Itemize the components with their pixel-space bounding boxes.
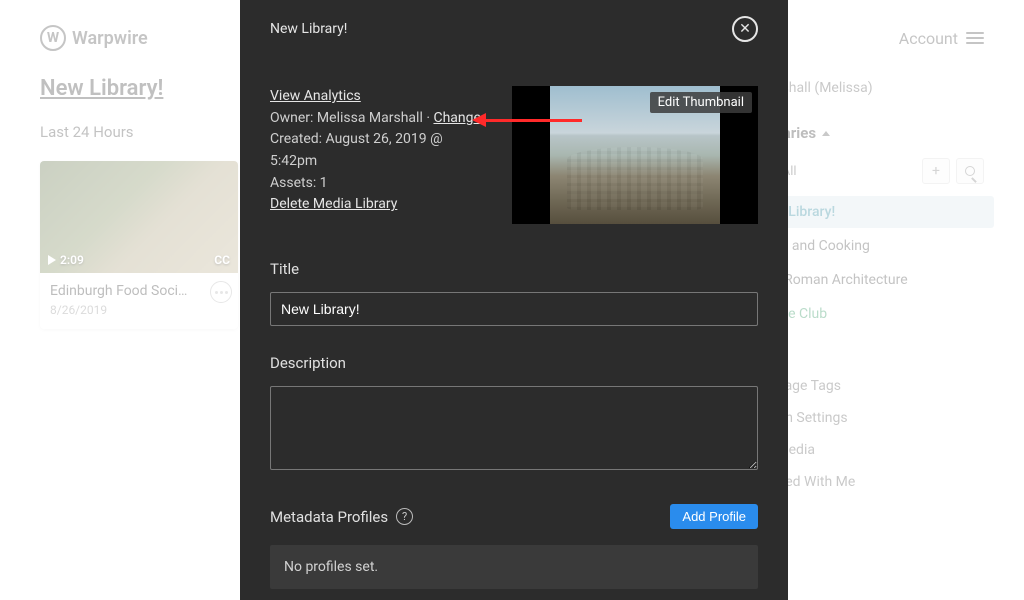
description-textarea[interactable]	[270, 386, 758, 470]
title-label: Title	[270, 260, 758, 278]
owner-name: Melissa Marshall	[317, 110, 423, 126]
owner-prefix: Owner:	[270, 110, 317, 126]
add-profile-button[interactable]: Add Profile	[670, 504, 758, 529]
help-icon[interactable]: ?	[396, 508, 413, 525]
owner-sep: ·	[423, 110, 434, 126]
view-analytics-link[interactable]: View Analytics	[270, 88, 361, 104]
change-owner-link[interactable]: Change	[433, 110, 480, 126]
edit-thumbnail-button[interactable]: Edit Thumbnail	[650, 92, 752, 113]
library-info-text: View Analytics Owner: Melissa Marshall ·…	[270, 86, 488, 224]
profiles-status: No profiles set.	[270, 545, 758, 589]
description-label: Description	[270, 354, 758, 372]
delete-library-link[interactable]: Delete Media Library	[270, 196, 397, 212]
close-icon: ✕	[739, 21, 751, 37]
assets-line: Assets: 1	[270, 175, 328, 191]
close-button[interactable]: ✕	[732, 16, 758, 42]
created-line: Created: August 26, 2019 @ 5:42pm	[270, 131, 443, 169]
metadata-profiles-label: Metadata Profiles	[270, 508, 388, 526]
library-settings-modal: New Library! ✕ View Analytics Owner: Mel…	[240, 0, 788, 600]
title-input[interactable]	[270, 292, 758, 326]
modal-title: New Library!	[270, 21, 347, 37]
library-thumbnail: Edit Thumbnail	[512, 86, 758, 224]
